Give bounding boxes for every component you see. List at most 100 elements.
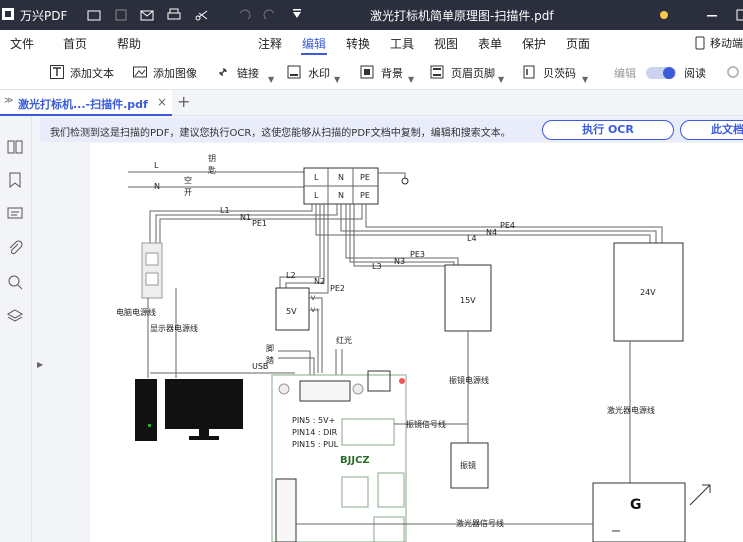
thumbnails-icon[interactable] xyxy=(6,138,24,156)
new-tab-plus-icon[interactable]: + xyxy=(177,92,190,111)
label-key2: 匙 xyxy=(208,165,216,175)
background-button[interactable]: 背景 xyxy=(381,65,403,81)
board-led xyxy=(399,378,405,384)
link-caret-icon[interactable]: ▼ xyxy=(268,75,274,84)
tab-close-icon[interactable]: × xyxy=(157,95,167,109)
bates-icon xyxy=(523,65,535,79)
document-title: 激光打标机简单原理图-扫描件.pdf xyxy=(370,9,554,23)
tab-list-chevron-icon[interactable]: ≫ xyxy=(4,96,13,106)
red-light-connector xyxy=(367,370,391,392)
menu-home[interactable]: 首页 xyxy=(63,35,87,52)
monitor-neck xyxy=(199,429,209,436)
wire-N1 xyxy=(155,204,338,243)
settings-gear-icon[interactable] xyxy=(726,65,740,79)
layers-icon[interactable] xyxy=(6,307,24,325)
label-N: N xyxy=(154,182,160,191)
terminal-L-top: L xyxy=(314,173,319,182)
board-chip xyxy=(341,418,395,446)
menu-mobile[interactable]: 移动端 xyxy=(710,35,743,51)
mail-icon[interactable] xyxy=(139,7,155,23)
bates-button[interactable]: 贝茨码 xyxy=(543,65,576,81)
edit-read-toggle[interactable] xyxy=(646,67,676,79)
label-galvo-power: 振镜电源线 xyxy=(449,375,489,385)
bookmark-icon[interactable] xyxy=(6,171,24,189)
label-L2: L2 xyxy=(286,271,296,280)
label-L4: L4 xyxy=(467,234,477,243)
scissors-icon[interactable] xyxy=(194,7,210,23)
outlet-socket-2 xyxy=(145,272,159,286)
label-foot: 脚 xyxy=(266,343,274,353)
label-laser-power: 激光器电源线 xyxy=(607,405,655,415)
document-tab[interactable]: ≫ 激光打标机...-扫描件.pdf × xyxy=(0,90,172,116)
app-name: 万兴PDF xyxy=(20,9,68,23)
link-button[interactable]: 链接 xyxy=(237,65,259,81)
wire-L1 xyxy=(149,204,313,243)
background-caret-icon[interactable]: ▼ xyxy=(408,75,414,84)
add-image-button[interactable]: 添加图像 xyxy=(153,65,197,81)
tab-label: 激光打标机...-扫描件.pdf xyxy=(18,98,148,111)
menu-page[interactable]: 页面 xyxy=(566,35,590,52)
terminal-PE-top: PE xyxy=(360,173,370,182)
label-N1: N1 xyxy=(240,213,251,222)
menu-file[interactable]: 文件 xyxy=(10,35,34,52)
dropdown-arrow-icon[interactable] xyxy=(289,7,305,23)
search-icon[interactable] xyxy=(6,273,24,291)
db25-output-connector xyxy=(275,478,297,542)
app-logo-icon xyxy=(2,8,14,20)
menu-edit[interactable]: 编辑 xyxy=(302,35,326,52)
theme-sun-icon[interactable] xyxy=(656,7,672,23)
board-component-3 xyxy=(373,516,405,542)
undo-icon[interactable] xyxy=(236,7,252,23)
save-icon[interactable] xyxy=(113,7,129,23)
power-outlet xyxy=(141,242,163,299)
ocr-banner: 我们检测到这是扫描的PDF，建议您执行OCR，这使您能够从扫描的PDF文档中复制… xyxy=(40,118,743,142)
comment-icon[interactable] xyxy=(6,205,24,223)
menu-bar: 文件 首页 帮助 注释 编辑 转换 工具 视图 表单 保护 页面 移动端 xyxy=(0,30,743,56)
watermark-caret-icon[interactable]: ▼ xyxy=(334,75,340,84)
run-ocr-button[interactable]: 执行 OCR xyxy=(542,120,674,140)
label-red-light: 红光 xyxy=(336,335,352,345)
label-24v: 24V xyxy=(640,288,656,297)
wire-N4 xyxy=(340,204,657,243)
folder-icon[interactable] xyxy=(86,7,102,23)
schematic-diagram: L N 钥 匙 空 开 L N PE L N PE L1 N1 PE1 PE4 … xyxy=(116,153,711,542)
pc-tower xyxy=(135,379,157,441)
minimize-icon[interactable] xyxy=(704,7,720,23)
header-footer-button[interactable]: 页眉页脚 xyxy=(451,65,495,81)
menu-view[interactable]: 视图 xyxy=(434,35,458,52)
redo-icon[interactable] xyxy=(262,7,278,23)
attachment-icon[interactable] xyxy=(6,239,24,257)
header-footer-icon xyxy=(430,65,444,79)
menu-help[interactable]: 帮助 xyxy=(117,35,141,52)
watermark-button[interactable]: 水印 xyxy=(308,65,330,81)
label-5v: 5V xyxy=(286,307,297,316)
label-galvo-signal: 振镜信号线 xyxy=(406,419,446,429)
label-pin14: PIN14 : DIR xyxy=(292,428,338,437)
menu-convert[interactable]: 转换 xyxy=(346,35,370,52)
menu-form[interactable]: 表单 xyxy=(478,35,502,52)
menu-protect[interactable]: 保护 xyxy=(522,35,546,52)
add-text-button[interactable]: 添加文本 xyxy=(70,65,114,81)
terminal-L-bottom: L xyxy=(314,191,319,200)
background-icon xyxy=(360,65,374,79)
header-footer-caret-icon[interactable]: ▼ xyxy=(498,75,504,84)
ocr-more-button[interactable]: 此文档 xyxy=(680,120,743,140)
add-text-icon xyxy=(50,65,64,79)
terminal-N-top: N xyxy=(338,173,344,182)
label-L3: L3 xyxy=(372,262,382,271)
db25-connector xyxy=(299,380,351,402)
edit-mode-label: 编辑 xyxy=(614,67,636,80)
print-icon[interactable] xyxy=(166,7,182,23)
mobile-icon xyxy=(695,36,705,50)
menu-tools[interactable]: 工具 xyxy=(390,35,414,52)
label-L: L xyxy=(154,161,159,170)
toggle-knob xyxy=(663,67,675,79)
menu-annotate[interactable]: 注释 xyxy=(258,35,282,52)
bates-caret-icon[interactable]: ▼ xyxy=(582,75,588,84)
link-icon xyxy=(219,68,227,76)
sidebar-collapse-arrow-icon[interactable]: ▶ xyxy=(37,360,43,369)
label-pin5: PIN5 : 5V+ xyxy=(292,416,335,425)
monitor-base xyxy=(189,436,219,440)
maximize-icon[interactable] xyxy=(734,7,743,23)
terminal-PE-bottom: PE xyxy=(360,191,370,200)
